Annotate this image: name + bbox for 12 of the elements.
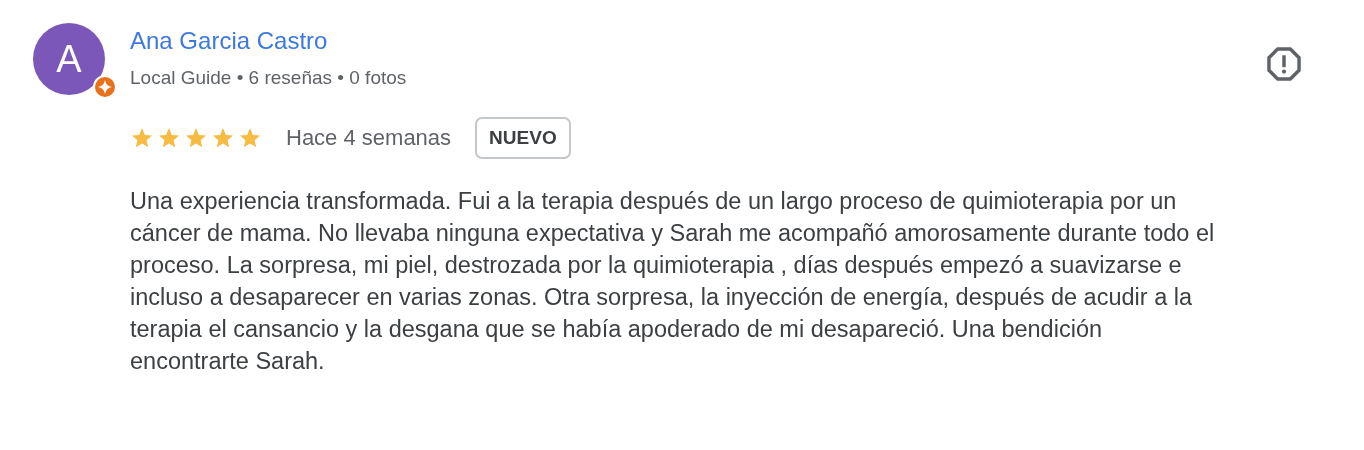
report-icon[interactable] (1265, 45, 1303, 83)
star-icon (130, 126, 154, 150)
avatar: A (33, 23, 105, 95)
star-icon (211, 126, 235, 150)
author-link[interactable]: Ana Garcia Castro (130, 27, 407, 55)
star-icon (157, 126, 181, 150)
review-date: Hace 4 semanas (286, 125, 452, 151)
star-icon (184, 126, 208, 150)
star-icon (238, 126, 262, 150)
review-text: Una experiencia transformada. Fui a la terapia después de un largo proceso de quimioterapia por un cáncer de mama. No llevaba ninguna expectativa y Sarah me acompañó amorosamente durante todo el proceso. La sorpresa, mi piel, destrozada por la quimioterapia , días después empezó a suavizarse e incluso a desaparecer en varias zonas. Otra sorpresa, la inyección de energía, después de acudir a la terapia el cansancio y la desgana que se había apoderado de mi desapareció. Una bendición encontrarte Sarah. (130, 187, 1215, 376)
new-badge: NUEVO (475, 117, 571, 159)
author-meta: Local Guide • 6 reseñas • 0 fotos (130, 67, 407, 89)
